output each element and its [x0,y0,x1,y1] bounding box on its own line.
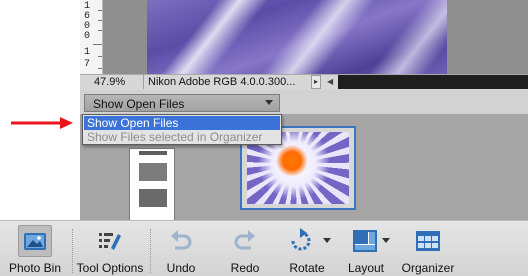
ruler-digit: 1 [84,47,91,58]
left-gutter [0,0,80,220]
vertical-ruler: 1 6 0 0 1 7 [80,0,103,74]
ruler-tick [98,20,102,21]
document-thumbnail-graphic [139,189,167,207]
chevron-right-icon: ▸ [313,77,318,86]
image-canvas[interactable] [103,0,528,74]
undo-button[interactable]: Undo [156,221,206,276]
document-thumbnail[interactable] [129,148,175,222]
document-thumbnail-graphic [139,163,167,181]
rotate-icon [291,228,311,251]
ruler-tick [93,44,102,45]
undo-icon [171,230,192,250]
tool-options-label: Tool Options [76,261,144,275]
tool-options-icon [99,233,121,250]
chevron-down-icon [265,100,273,105]
layout-label: Layout [347,261,385,275]
scroll-left-arrow-icon[interactable]: ◀ [327,77,333,87]
organizer-button[interactable]: Organizer [398,221,458,276]
task-bar: Photo Bin Tool Options Undo Redo Rotate … [0,220,528,276]
option-show-files-selected-in-organizer[interactable]: Show Files selected in Organizer [84,130,280,144]
bin-source-dropdown[interactable]: Show Open Files [84,94,280,112]
photo-bin-header: Show Open Files [80,90,528,114]
organizer-icon [416,231,440,251]
ruler-digit: 0 [84,31,91,42]
layout-button[interactable]: Layout [342,221,390,276]
ruler-tick [98,68,102,69]
document-profile-field: Nikon Adobe RGB 4.0.0.300... [143,75,312,89]
layout-icon [353,230,377,252]
undo-label: Undo [166,261,196,275]
status-info-menu-button[interactable]: ▸ [311,75,321,89]
ruler-tick [98,10,102,11]
redo-icon [234,230,255,250]
photo-editor-window: 1 6 0 0 1 7 47.9% Nikon Adobe RGB 4.0.0.… [0,0,528,276]
photo-bin-button[interactable]: Photo Bin [0,221,70,276]
ruler-digit: 7 [84,59,91,70]
redo-label: Redo [230,261,260,275]
photo-bin-icon [24,233,46,250]
chevron-down-icon [323,238,331,243]
ruler-tick [98,30,102,31]
option-show-open-files[interactable]: Show Open Files [84,116,280,130]
organizer-label: Organizer [401,261,455,275]
document-profile-text: Nikon Adobe RGB 4.0.0.300... [148,76,296,88]
rotate-label: Rotate [289,261,325,275]
red-annotation-arrow-icon [11,117,73,129]
status-bar: 47.9% Nikon Adobe RGB 4.0.0.300... ▸ ◀ [80,74,528,90]
redo-button[interactable]: Redo [220,221,270,276]
toolbar-divider [150,229,151,273]
photo-bin-label: Photo Bin [8,261,62,275]
rotate-button[interactable]: Rotate [282,221,332,276]
bin-source-selected: Show Open Files [93,97,185,111]
bin-source-dropdown-list: Show Open Files Show Files selected in O… [82,114,282,145]
open-photo-image [147,0,447,74]
ruler-tick [98,56,102,57]
document-thumbnail-graphic [139,151,167,155]
horizontal-scrollbar-track[interactable] [338,75,528,89]
tool-options-button[interactable]: Tool Options [72,221,148,276]
chevron-down-icon [382,238,390,243]
zoom-level[interactable]: 47.9% [94,76,125,89]
